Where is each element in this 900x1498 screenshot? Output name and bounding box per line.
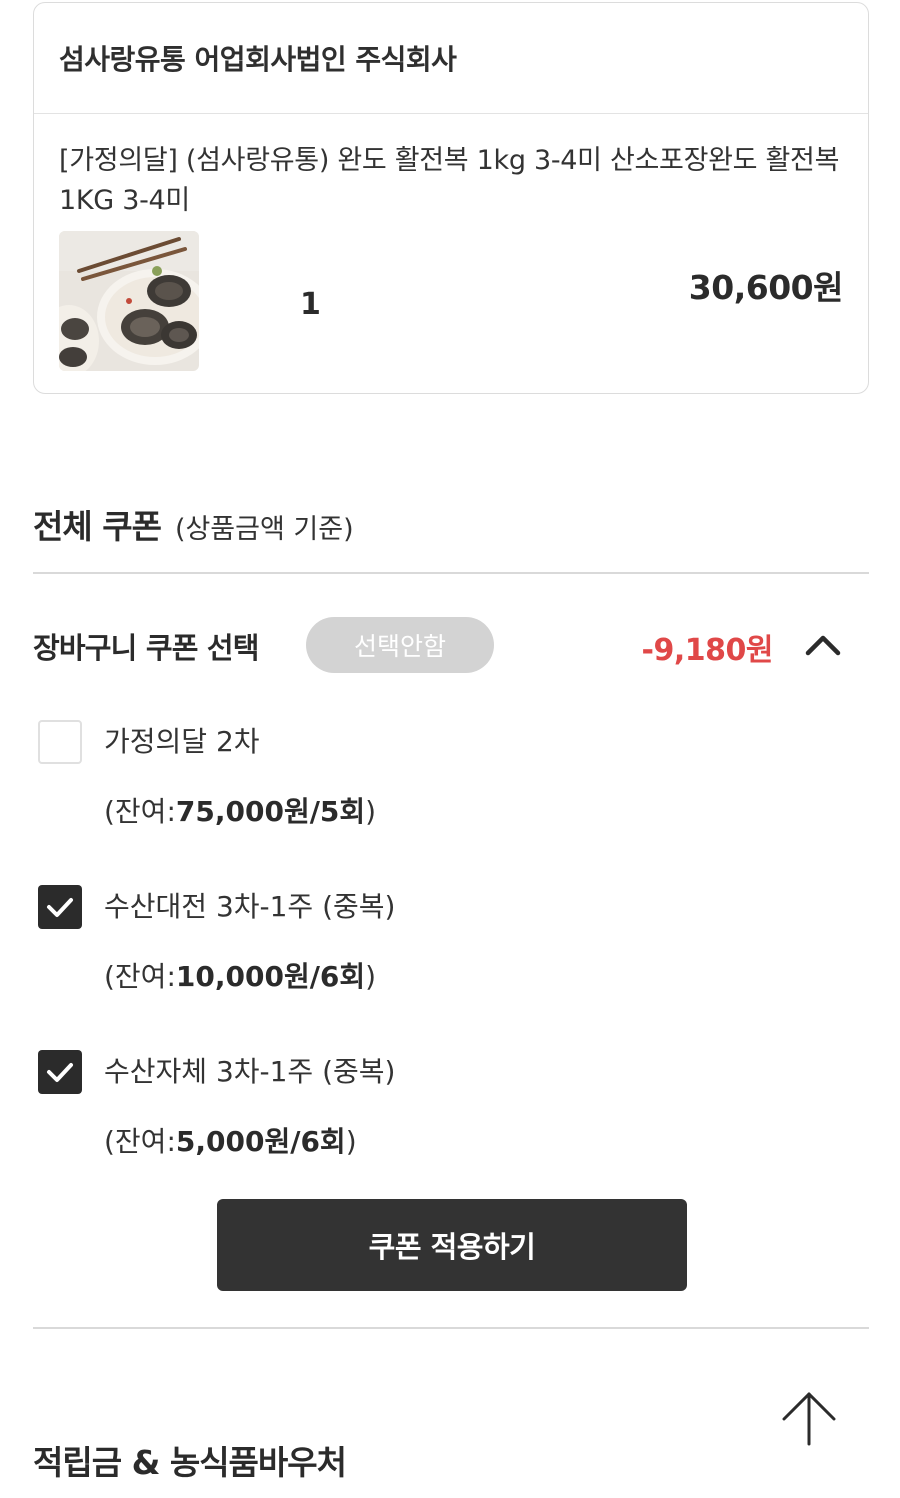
- coupon-section-title: 전체 쿠폰 (상품금액 기준): [33, 500, 354, 548]
- coupon-name: 가정의달 2차: [104, 725, 260, 758]
- coupon-section-heading: 전체 쿠폰: [33, 507, 162, 546]
- seller-header: 섬사랑유통 어업회사법인 주식회사: [34, 3, 868, 114]
- cart-coupon-row: 장바구니 쿠폰 선택 선택안함 -9,180원: [33, 615, 869, 675]
- coupon-discount-amount: -9,180원: [641, 633, 774, 668]
- checkmark-icon: [47, 1063, 73, 1082]
- checkmark-icon: [47, 898, 73, 917]
- coupon-remaining: (잔여:5,000원/6회): [104, 1125, 357, 1158]
- coupon-checkbox[interactable]: [38, 885, 82, 929]
- product-quantity: 1: [300, 287, 321, 322]
- section-divider: [33, 572, 869, 574]
- product-price: 30,600원: [688, 268, 844, 307]
- coupon-name: 수산자체 3차-1주 (중복): [104, 1055, 396, 1088]
- arrow-up-icon[interactable]: [778, 1388, 840, 1450]
- points-section-title: 적립금 & 농식품바우처: [33, 1443, 347, 1482]
- product-title[interactable]: [가정의달] (섬사랑유통) 완도 활전복 1kg 3-4미 산소포장완도 활전…: [59, 141, 849, 221]
- order-item-card: 섬사랑유통 어업회사법인 주식회사 [가정의달] (섬사랑유통) 완도 활전복 …: [33, 2, 869, 394]
- coupon-name: 수산대전 3차-1주 (중복): [104, 890, 396, 923]
- coupon-checkbox[interactable]: [38, 1050, 82, 1094]
- abalone-product-photo: [59, 231, 199, 371]
- cart-coupon-label: 장바구니 쿠폰 선택: [33, 631, 259, 665]
- coupon-checkbox[interactable]: [38, 720, 82, 764]
- coupon-remaining: (잔여:75,000원/5회): [104, 795, 377, 828]
- section-divider: [33, 1327, 869, 1329]
- seller-name: 섬사랑유통 어업회사법인 주식회사: [59, 43, 457, 76]
- chevron-up-icon[interactable]: [803, 629, 843, 659]
- product-image[interactable]: [59, 231, 199, 371]
- apply-coupon-button[interactable]: 쿠폰 적용하기: [217, 1199, 687, 1291]
- select-none-button[interactable]: 선택안함: [306, 617, 494, 673]
- coupon-remaining: (잔여:10,000원/6회): [104, 960, 377, 993]
- coupon-section-subtitle: (상품금액 기준): [174, 514, 354, 545]
